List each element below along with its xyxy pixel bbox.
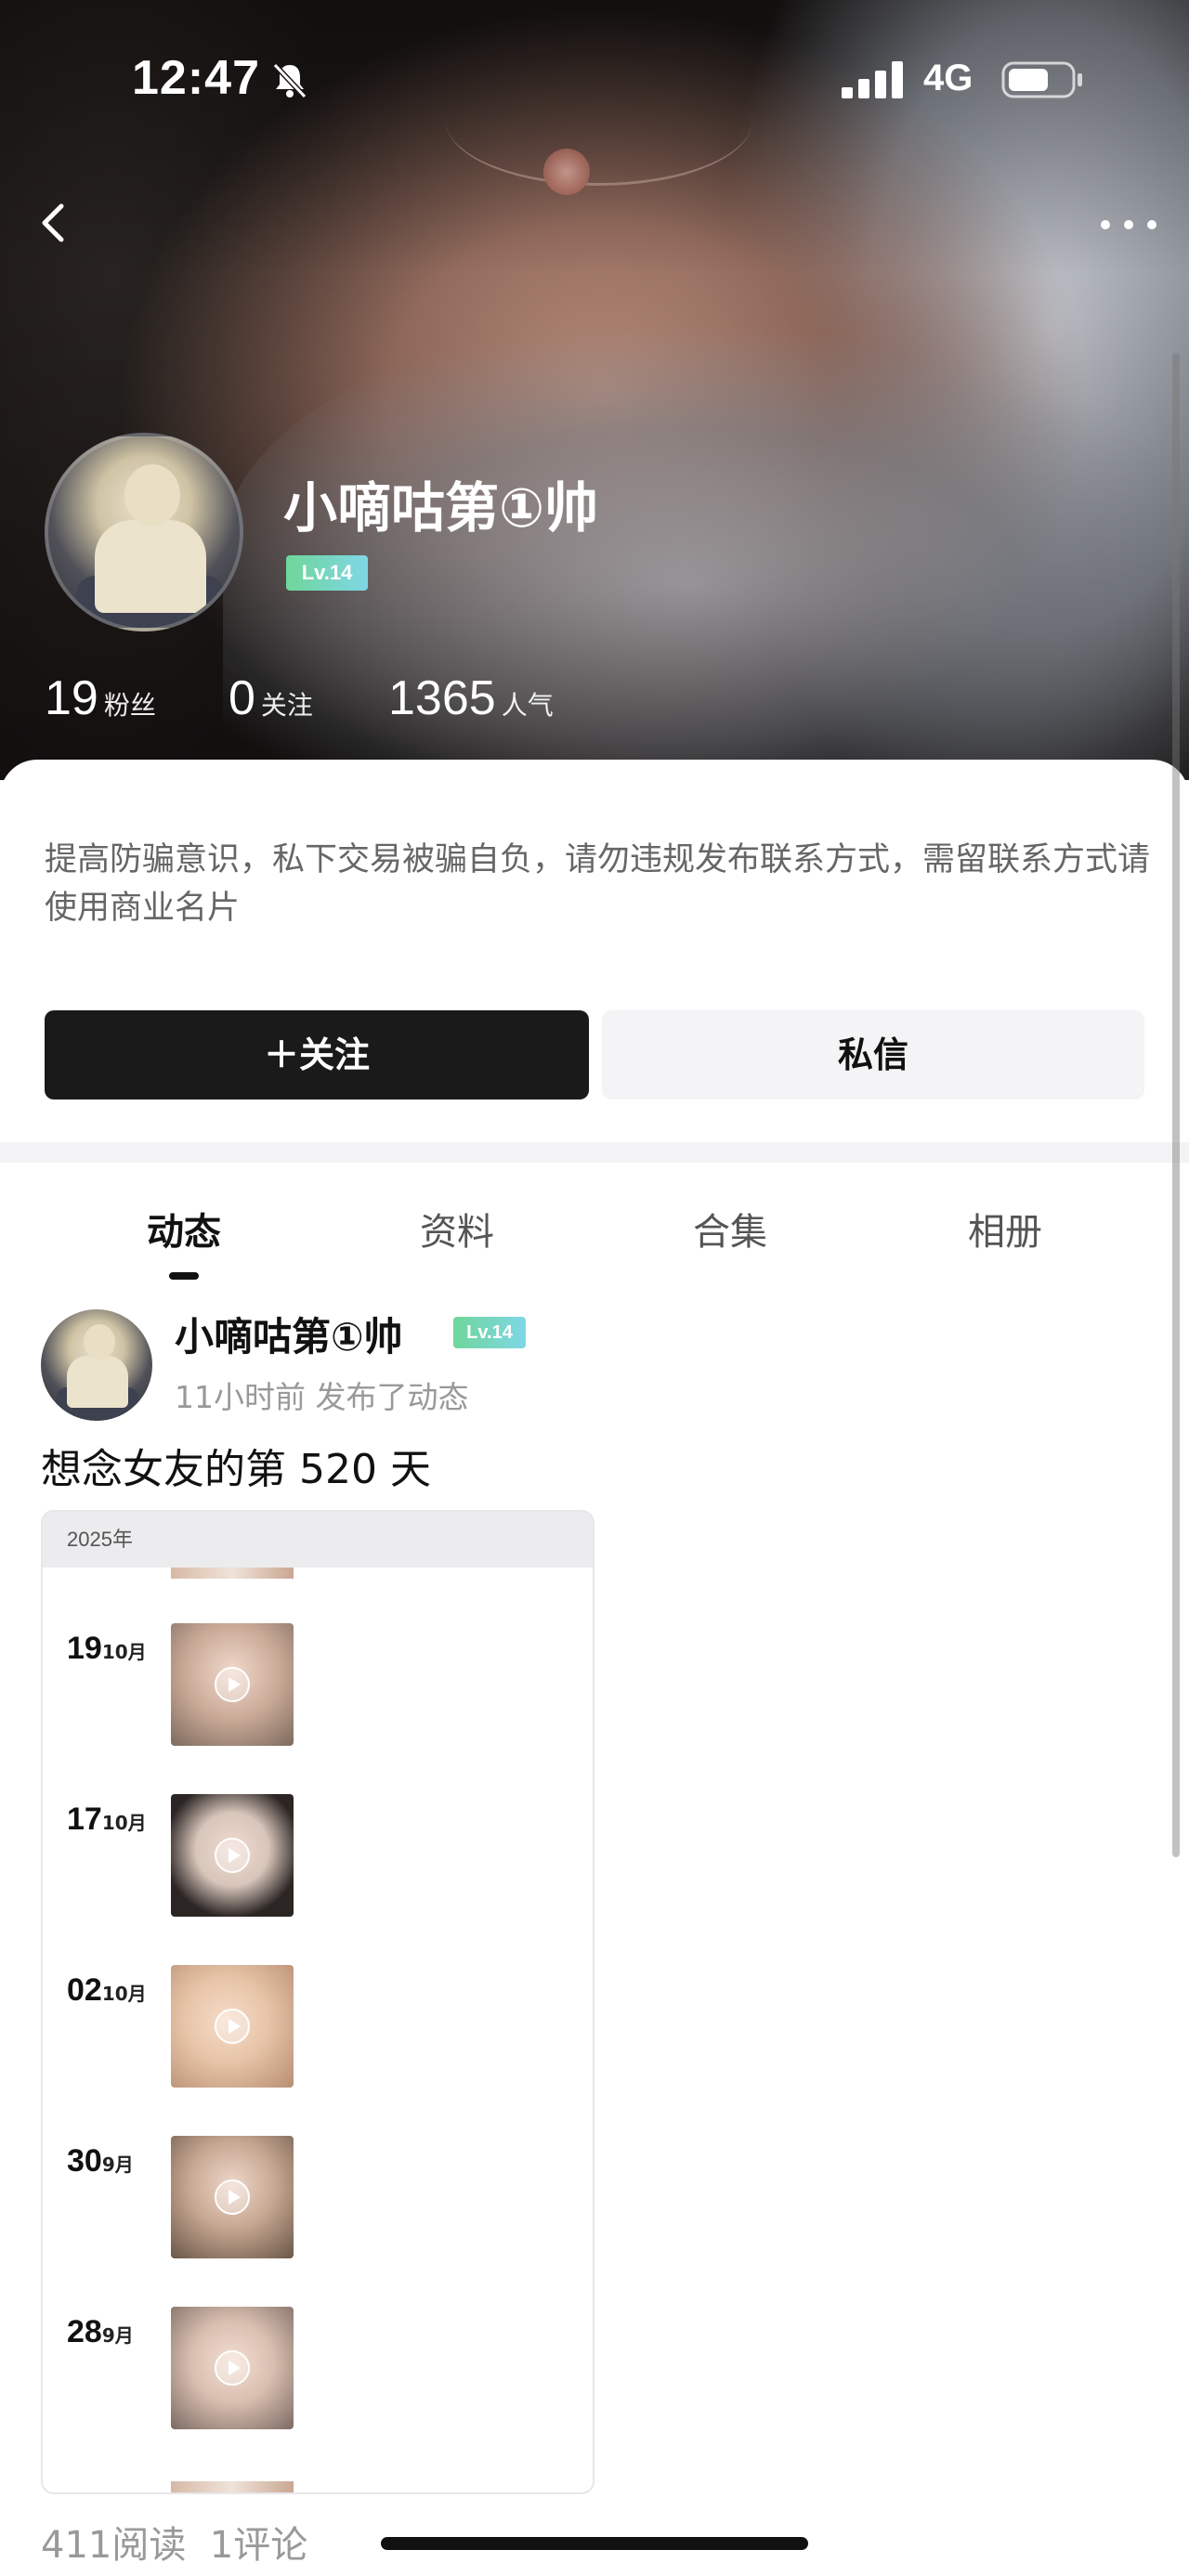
safety-notice: 提高防骗意识，私下交易被骗自负，请勿违规发布联系方式，需留联系方式请使用商业名片 — [45, 841, 1151, 927]
partial-thumbnail — [171, 1568, 294, 1579]
video-thumbnail — [171, 1623, 294, 1746]
media-month: 9月 — [101, 2153, 134, 2176]
play-icon — [215, 2009, 250, 2044]
stat-label: 关注 — [260, 690, 313, 721]
signal-icon — [842, 61, 903, 98]
tab-indicator — [169, 1272, 199, 1280]
play-icon — [215, 1838, 250, 1873]
post-text[interactable]: 想念女友的第 520 天 — [41, 1436, 431, 1495]
stat-following[interactable]: 0 关注 — [229, 670, 313, 726]
section-divider — [0, 1142, 1189, 1163]
media-entry: 1910月 — [43, 1623, 593, 1753]
video-thumbnail — [171, 2136, 294, 2258]
media-entry: 289月 — [43, 2307, 593, 2437]
media-month: 10月 — [101, 1641, 147, 1663]
profile-cover — [0, 0, 1189, 780]
cover-shade — [0, 0, 1189, 780]
home-indicator[interactable] — [381, 2537, 808, 2550]
media-date: 309月 — [67, 2143, 134, 2179]
bell-mute-icon — [272, 62, 307, 99]
message-button[interactable]: 私信 — [602, 1010, 1144, 1099]
read-count: 411阅读 — [41, 2524, 187, 2567]
media-date: 0210月 — [67, 1972, 147, 2009]
media-year-header: 2025年 — [43, 1512, 593, 1568]
video-thumbnail — [171, 1965, 294, 2088]
level-badge: Lv.14 — [286, 555, 368, 591]
video-thumbnail — [171, 2307, 294, 2429]
partial-thumbnail — [171, 2481, 294, 2492]
play-icon — [215, 2350, 250, 2386]
follow-button[interactable]: ＋关注 — [45, 1010, 589, 1099]
post-meta: 11小时前 发布了动态 — [175, 1379, 469, 1415]
media-day: 17 — [67, 1802, 102, 1837]
stat-popularity: 1365 人气 — [388, 670, 554, 726]
tab-album[interactable]: 相册 — [921, 1202, 1089, 1255]
media-entry: 309月 — [43, 2136, 593, 2266]
post-author[interactable]: 小嘀咕第①帅 — [175, 1306, 403, 1362]
media-entry: 1710月 — [43, 1794, 593, 1924]
avatar[interactable] — [45, 433, 243, 631]
tab-profile-info[interactable]: 资料 — [373, 1202, 541, 1255]
comment-count[interactable]: 1评论 — [210, 2524, 307, 2567]
status-time: 12:47 — [132, 51, 260, 105]
stat-value: 1365 — [388, 671, 496, 725]
tab-collections[interactable]: 合集 — [647, 1202, 814, 1255]
media-date: 289月 — [67, 2314, 134, 2350]
media-entry: 0210月 — [43, 1965, 593, 2095]
stat-value: 19 — [45, 671, 98, 725]
stat-value: 0 — [229, 671, 255, 725]
stat-label: 人气 — [501, 690, 554, 721]
media-day: 28 — [67, 2314, 102, 2349]
network-label: 4G — [923, 58, 973, 98]
scrollbar[interactable] — [1172, 353, 1180, 1857]
post-stats: 411阅读 1评论 — [41, 2515, 307, 2569]
play-icon — [215, 1667, 250, 1702]
video-thumbnail — [171, 1794, 294, 1917]
media-month: 10月 — [101, 1983, 147, 2005]
battery-icon — [1001, 61, 1082, 98]
post-level-badge: Lv.14 — [453, 1317, 526, 1348]
stat-fans[interactable]: 19 粉丝 — [45, 670, 156, 726]
profile-name: 小嘀咕第①帅 — [283, 476, 599, 540]
more-icon[interactable] — [1096, 206, 1161, 243]
media-day: 02 — [67, 1972, 102, 2008]
stat-label: 粉丝 — [103, 690, 156, 721]
back-icon[interactable] — [28, 195, 80, 251]
media-day: 19 — [67, 1631, 102, 1666]
play-icon — [215, 2179, 250, 2215]
media-month: 10月 — [101, 1812, 147, 1834]
media-date: 1910月 — [67, 1631, 147, 1667]
media-month: 9月 — [101, 2324, 134, 2347]
media-date: 1710月 — [67, 1802, 147, 1838]
media-day: 30 — [67, 2143, 102, 2179]
post-avatar[interactable] — [41, 1309, 152, 1421]
tab-posts[interactable]: 动态 — [100, 1202, 268, 1255]
post-image[interactable]: 2025年 1910月 1710月 0210月 309月 289月 — [41, 1510, 594, 2494]
